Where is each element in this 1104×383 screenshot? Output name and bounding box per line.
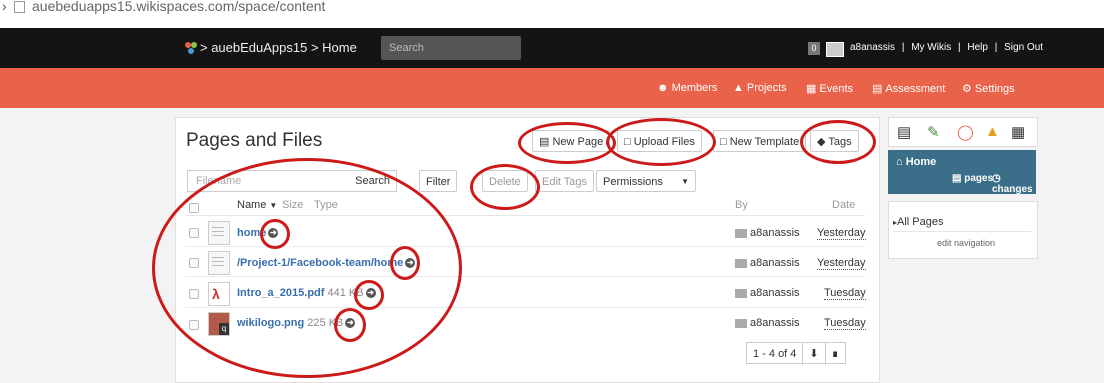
new-template-button[interactable]: □ New Template xyxy=(713,130,807,152)
download-icon[interactable]: ⬇ xyxy=(803,343,826,365)
file-author: a8anassis xyxy=(735,317,800,329)
annotation-circle xyxy=(800,120,876,164)
nav-events[interactable]: ▦ Events xyxy=(806,82,853,95)
nav-settings[interactable]: ⚙ Settings xyxy=(962,82,1015,95)
calendar-icon: ▦ xyxy=(806,83,817,95)
nav-events-label: Events xyxy=(819,83,854,95)
file-date[interactable]: Yesterday xyxy=(817,227,866,240)
username-link[interactable]: a8anassis xyxy=(850,42,895,53)
nav-members[interactable]: ☻ Members xyxy=(657,82,717,94)
sidebar-toolbar: ▤ ✎ ◯ ▲ ▦ xyxy=(888,117,1038,147)
browser-url-bar[interactable]: › auebeduapps15.wikispaces.com/space/con… xyxy=(0,0,1104,29)
notification-badge[interactable]: 0 xyxy=(808,42,820,55)
file-date[interactable]: Yesterday xyxy=(817,257,866,270)
column-by[interactable]: By xyxy=(735,199,748,211)
annotation-circle xyxy=(260,219,290,249)
author-name: a8anassis xyxy=(750,227,800,239)
rss-icon[interactable]: ∎ xyxy=(826,343,845,365)
user-links: a8anassis | My Wikis | Help | Sign Out xyxy=(850,42,1047,53)
annotation-circle xyxy=(606,118,716,166)
page-title: Pages and Files xyxy=(186,130,323,151)
edit-tags-button[interactable]: Edit Tags xyxy=(535,170,595,192)
page-icon xyxy=(14,1,25,13)
changes-label: changes xyxy=(992,184,1033,195)
all-pages-link[interactable]: ▸All Pages xyxy=(893,216,944,228)
pages-link[interactable]: ▤ pages xyxy=(952,173,993,184)
permissions-label: Permissions xyxy=(603,176,663,188)
nav-projects[interactable]: ▲ Projects xyxy=(733,82,787,94)
avatar xyxy=(735,228,747,238)
home-icon: ⌂ xyxy=(896,156,906,168)
top-bar: > auebEduApps15 > Home Search 0 a8anassi… xyxy=(0,28,1104,68)
sign-out-link[interactable]: Sign Out xyxy=(1004,42,1043,53)
file-author: a8anassis xyxy=(735,257,800,269)
caret-down-icon: ▼ xyxy=(681,177,689,186)
home-nav-box: ⌂ Home ▤ pages ◷ changes xyxy=(888,150,1036,195)
calendar-icon[interactable]: ▦ xyxy=(1011,123,1025,141)
column-date[interactable]: Date xyxy=(832,199,855,211)
edit-navigation-link[interactable]: edit navigation xyxy=(937,238,995,248)
avatar xyxy=(735,258,747,268)
avatar[interactable] xyxy=(826,42,844,57)
author-name: a8anassis xyxy=(750,317,800,329)
url-text[interactable]: auebeduapps15.wikispaces.com/space/conte… xyxy=(32,0,325,14)
file-author: a8anassis xyxy=(735,227,800,239)
nav-assessment[interactable]: ▤ Assessment xyxy=(872,82,945,95)
wiki-nav-bar: ☻ Members ▲ Projects ▦ Events ▤ Assessment ⚙… xyxy=(0,68,1104,108)
avatar xyxy=(735,318,747,328)
pages-label: pages xyxy=(964,173,994,184)
home-title[interactable]: ⌂ Home xyxy=(896,156,936,168)
new-template-label: New Template xyxy=(729,136,800,148)
comment-icon[interactable]: ◯ xyxy=(957,123,974,141)
annotation-circle xyxy=(470,164,540,210)
changes-link[interactable]: ◷ changes xyxy=(992,173,1036,195)
annotation-circle xyxy=(390,246,420,280)
annotation-circle xyxy=(334,308,366,342)
author-name: a8anassis xyxy=(750,287,800,299)
wikispaces-logo-icon xyxy=(185,42,197,54)
back-arrow-icon[interactable]: › xyxy=(2,0,7,14)
breadcrumb[interactable]: > auebEduApps15 > Home xyxy=(200,40,357,55)
author-name: a8anassis xyxy=(750,257,800,269)
annotation-circle xyxy=(354,280,384,310)
file-author: a8anassis xyxy=(735,287,800,299)
permissions-dropdown[interactable]: Permissions ▼ xyxy=(596,170,696,192)
separator: | xyxy=(901,42,905,53)
members-icon: ☻ xyxy=(657,82,669,94)
template-icon: □ xyxy=(720,136,730,148)
home-label: Home xyxy=(905,156,937,168)
pager-count: 1 - 4 of 4 xyxy=(747,343,804,365)
nav-members-label: Members xyxy=(671,82,718,94)
avatar xyxy=(735,288,747,298)
separator: | xyxy=(994,42,998,53)
divider xyxy=(893,231,1031,232)
projects-icon: ▲ xyxy=(733,82,744,94)
gear-icon: ⚙ xyxy=(962,83,972,95)
nav-settings-label: Settings xyxy=(974,83,1015,95)
chart-icon: ▤ xyxy=(872,83,883,95)
all-pages-box: ▸All Pages edit navigation xyxy=(888,201,1038,259)
pager: 1 - 4 of 4 ⬇ ∎ xyxy=(746,342,846,365)
hierarchy-icon[interactable]: ▲ xyxy=(985,123,1000,140)
site-search-input[interactable]: Search xyxy=(381,36,521,60)
all-pages-label: All Pages xyxy=(897,216,944,228)
page-icon[interactable]: ▤ xyxy=(897,123,911,141)
file-date[interactable]: Tuesday xyxy=(824,287,866,300)
filter-button[interactable]: Filter xyxy=(419,170,458,192)
annotation-circle xyxy=(518,122,616,164)
pages-icon: ▤ xyxy=(952,173,965,184)
file-date[interactable]: Tuesday xyxy=(824,317,866,330)
nav-projects-label: Projects xyxy=(746,82,787,94)
separator: | xyxy=(957,42,961,53)
nav-assessment-label: Assessment xyxy=(885,83,946,95)
attachment-icon[interactable]: ✎ xyxy=(927,123,940,141)
my-wikis-link[interactable]: My Wikis xyxy=(911,42,951,53)
help-link[interactable]: Help xyxy=(967,42,988,53)
clock-icon: ◷ xyxy=(992,173,1001,184)
